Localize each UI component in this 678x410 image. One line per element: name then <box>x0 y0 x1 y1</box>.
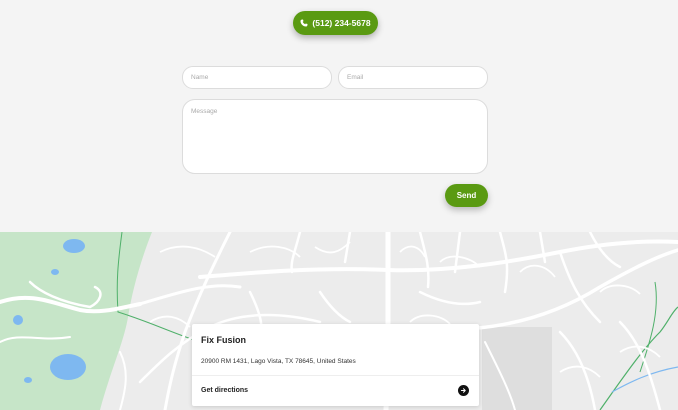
map[interactable]: Fix Fusion 20900 RM 1431, Lago Vista, TX… <box>0 232 678 410</box>
send-button[interactable]: Send <box>445 184 488 207</box>
get-directions-link[interactable]: Get directions <box>201 387 248 394</box>
email-placeholder: Email <box>347 74 364 81</box>
business-name: Fix Fusion <box>201 335 246 345</box>
email-input[interactable]: Email <box>338 66 488 89</box>
phone-button[interactable]: (512) 234-5678 <box>293 11 378 35</box>
send-label: Send <box>456 191 477 200</box>
name-placeholder: Name <box>191 74 209 81</box>
phone-label: (512) 234-5678 <box>312 18 371 28</box>
card-divider <box>192 375 479 376</box>
name-input[interactable]: Name <box>182 66 332 89</box>
arrow-right-icon[interactable] <box>458 385 469 396</box>
map-info-card: Fix Fusion 20900 RM 1431, Lago Vista, TX… <box>192 324 479 406</box>
message-placeholder: Message <box>191 108 218 115</box>
phone-icon <box>300 19 308 27</box>
business-address: 20900 RM 1431, Lago Vista, TX 78645, Uni… <box>201 358 356 365</box>
message-textarea[interactable]: Message <box>182 99 488 174</box>
